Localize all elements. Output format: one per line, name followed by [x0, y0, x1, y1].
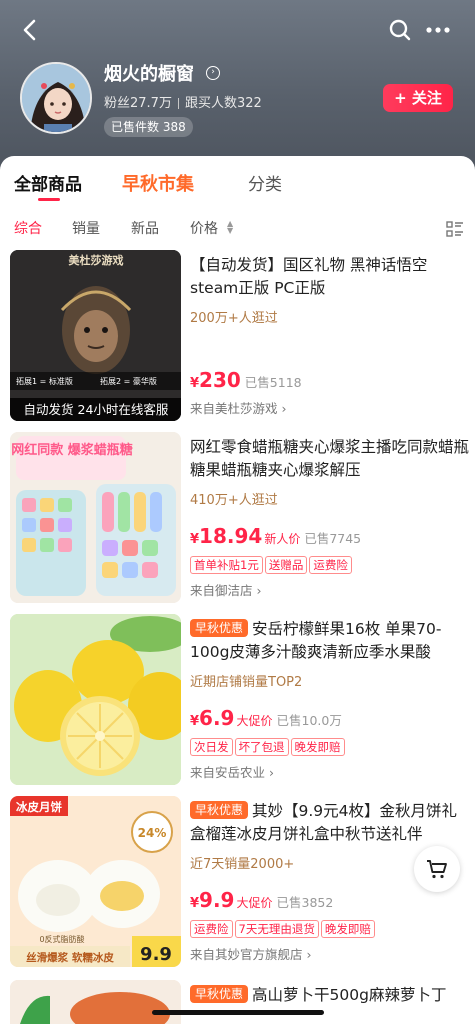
service-tag: 晚发即赔	[320, 920, 375, 938]
back-icon[interactable]	[14, 14, 46, 46]
product-ranking: 近期店铺销量TOP2	[190, 675, 303, 690]
product-title[interactable]: 早秋优惠 安岳柠檬鲜果16枚 单果70-100g皮薄多汁酸爽清新应季水果酸	[190, 618, 470, 664]
auto-delivery-banner: 自动发货 24小时在线客服	[24, 402, 169, 417]
filter-price[interactable]: 价格	[190, 218, 218, 238]
price-label: 大促价	[236, 896, 273, 910]
tab-early-autumn-market[interactable]: 早秋市集	[122, 170, 194, 196]
price-row: ¥230 已售5118	[190, 368, 302, 392]
search-icon[interactable]	[384, 14, 416, 46]
promo-tag: 早秋优惠	[190, 985, 249, 1003]
top-bar	[0, 8, 475, 52]
filter-sales[interactable]: 销量	[72, 218, 100, 238]
product-card[interactable]: 冰皮月饼 24% 0反式脂肪酸 丝滑爆浆 软糯冰皮 9.9 早秋优惠 其妙【9.9…	[0, 796, 475, 968]
shop-source-link[interactable]: 来自安岳农业 ›	[190, 762, 274, 781]
image-price: 9.9	[140, 944, 172, 965]
main-tabs: 全部商品 早秋市集 分类	[0, 170, 475, 210]
product-visits: 200万+人逛过	[190, 311, 278, 326]
edition-option-1: 拓展1 = 标准版	[16, 376, 73, 386]
buyers-count: 跟买人数322	[184, 96, 262, 111]
product-visits: 410万+人逛过	[190, 493, 278, 508]
tab-all-products[interactable]: 全部商品	[14, 170, 82, 195]
shop-avatar[interactable]	[20, 62, 92, 134]
price-row: ¥9.9 大促价 已售3852	[190, 888, 333, 912]
price-row: ¥18.94 新人价 已售7745	[190, 524, 361, 548]
product-price: ¥9.9	[190, 888, 235, 912]
product-image[interactable]: 美杜莎游戏 拓展1 = 标准版 拓展2 = 豪华版 自动发货 24小时在线客服	[10, 250, 181, 421]
cart-button[interactable]	[414, 846, 460, 892]
sold-count: 已售7745	[304, 531, 362, 546]
price-label: 新人价	[264, 532, 301, 546]
sold-count: 已售5118	[244, 375, 302, 390]
product-price: ¥18.94	[190, 524, 263, 548]
game-shop-watermark: 美杜莎游戏	[69, 253, 124, 267]
more-icon[interactable]	[422, 14, 454, 46]
filter-comprehensive[interactable]: 综合	[14, 218, 42, 238]
sold-count: 已售10.0万	[276, 713, 342, 728]
shop-stats: 粉丝27.7万 跟买人数322	[104, 92, 262, 111]
candy-banner-text: 网红同款 爆浆蜡瓶糖	[11, 442, 133, 458]
active-tab-indicator	[38, 198, 60, 201]
divider	[177, 98, 179, 109]
tab-category[interactable]: 分类	[248, 170, 282, 195]
service-tag: 运费险	[190, 920, 233, 938]
product-card[interactable]: 早秋优惠 安岳柠檬鲜果16枚 单果70-100g皮薄多汁酸爽清新应季水果酸 近期店…	[0, 614, 475, 786]
service-tags: 运费险 7天无理由退货 晚发即赔	[190, 918, 377, 938]
mooncake-banner: 冰皮月饼	[16, 800, 62, 814]
product-title[interactable]: 早秋优惠 高山萝卜干500g麻辣萝卜丁	[190, 984, 470, 1007]
fans-count: 粉丝27.7万	[104, 96, 172, 111]
list-layout-icon[interactable]	[446, 220, 464, 242]
service-tags: 首单补贴1元 送赠品 运费险	[190, 554, 354, 574]
service-tag: 次日发	[190, 738, 233, 756]
product-image[interactable]: 网红同款 爆浆蜡瓶糖	[10, 432, 181, 603]
service-tag: 送赠品	[264, 556, 308, 574]
product-title[interactable]: 网红零食蜡瓶糖夹心爆浆主播吃同款蜡瓶糖果蜡瓶糖夹心爆浆解压	[190, 436, 470, 482]
service-tag: 晚发即赔	[290, 738, 345, 756]
price-row: ¥6.9 大促价 已售10.0万	[190, 706, 342, 730]
product-card[interactable]: 网红同款 爆浆蜡瓶糖 网红零食蜡瓶糖夹心爆浆主播吃同款蜡瓶糖果蜡瓶糖夹心爆浆解压…	[0, 432, 475, 604]
filter-row: 综合 销量 新品 价格 ▲ ▼	[0, 216, 475, 240]
promo-tag: 早秋优惠	[190, 619, 249, 637]
sold-count-badge: 已售件数 388	[104, 117, 193, 137]
product-price: ¥230	[190, 368, 241, 392]
price-label: 大促价	[236, 714, 273, 728]
product-card[interactable]: 早秋优惠 高山萝卜干500g麻辣萝卜丁	[0, 980, 475, 1024]
product-price: ¥6.9	[190, 706, 235, 730]
shop-info-chevron-icon[interactable]: ›	[206, 66, 220, 80]
discount-badge: 24%	[138, 826, 167, 840]
product-image[interactable]	[10, 980, 181, 1024]
shop-name[interactable]: 烟火的橱窗	[104, 60, 194, 86]
sold-count: 已售3852	[276, 895, 334, 910]
service-tag: 7天无理由退货	[234, 920, 319, 938]
service-tag: 坏了包退	[234, 738, 289, 756]
zero-trans-fat-label: 0反式脂肪酸	[39, 934, 84, 944]
sort-arrows-icon[interactable]: ▲ ▼	[227, 220, 233, 235]
service-tags: 次日发 坏了包退 晚发即赔	[190, 736, 347, 756]
texture-slogan: 丝滑爆浆 软糯冰皮	[26, 951, 114, 964]
shop-source-link[interactable]: 来自美杜莎游戏 ›	[190, 398, 286, 417]
promo-tag: 早秋优惠	[190, 801, 249, 819]
shop-header: 烟火的橱窗 › 粉丝27.7万 跟买人数322 已售件数 388 + 关注	[0, 0, 475, 175]
service-tag: 运费险	[309, 556, 352, 574]
follow-button[interactable]: + 关注	[383, 84, 453, 112]
product-card[interactable]: 美杜莎游戏 拓展1 = 标准版 拓展2 = 豪华版 自动发货 24小时在线客服 …	[0, 250, 475, 422]
product-info: 网红零食蜡瓶糖夹心爆浆主播吃同款蜡瓶糖果蜡瓶糖夹心爆浆解压 410万+人逛过	[190, 436, 470, 508]
product-info: 【自动发货】国区礼物 黑神话悟空steam正版 PC正版 200万+人逛过	[190, 254, 470, 326]
shop-source-link[interactable]: 来自其妙官方旗舰店 ›	[190, 944, 311, 963]
home-indicator[interactable]	[152, 1010, 324, 1015]
product-image[interactable]: 冰皮月饼 24% 0反式脂肪酸 丝滑爆浆 软糯冰皮 9.9	[10, 796, 181, 967]
service-tag: 首单补贴1元	[190, 556, 263, 574]
product-info: 早秋优惠 高山萝卜干500g麻辣萝卜丁	[190, 984, 470, 1007]
product-info: 早秋优惠 安岳柠檬鲜果16枚 单果70-100g皮薄多汁酸爽清新应季水果酸 近期店…	[190, 618, 470, 690]
product-title[interactable]: 【自动发货】国区礼物 黑神话悟空steam正版 PC正版	[190, 254, 470, 300]
filter-new[interactable]: 新品	[131, 218, 159, 238]
product-title[interactable]: 早秋优惠 其妙【9.9元4枚】金秋月饼礼盒榴莲冰皮月饼礼盒中秋节送礼伴	[190, 800, 470, 846]
cart-icon	[427, 860, 447, 879]
shop-source-link[interactable]: 来自御洁店 ›	[190, 580, 261, 599]
product-image[interactable]	[10, 614, 181, 785]
edition-option-2: 拓展2 = 豪华版	[100, 376, 157, 386]
